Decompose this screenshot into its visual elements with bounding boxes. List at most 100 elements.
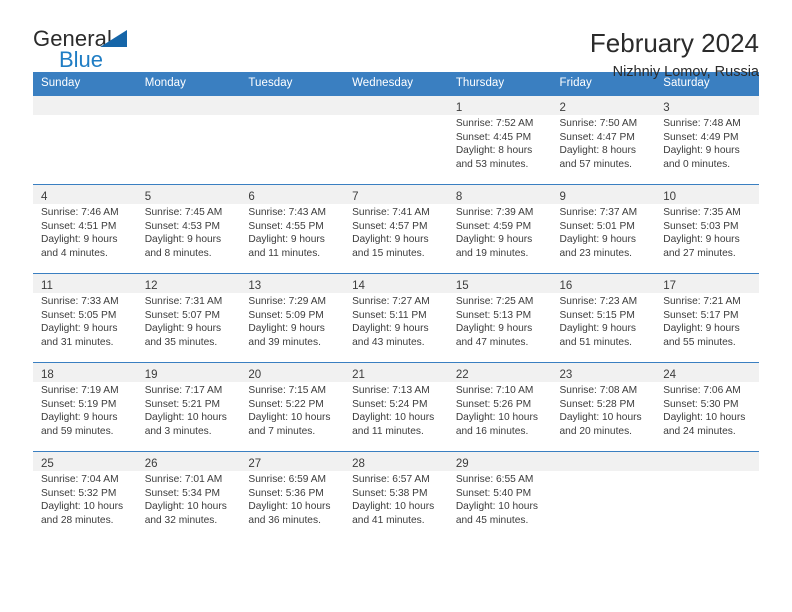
daylight-text-line1: Daylight: 9 hours bbox=[663, 145, 740, 157]
day-number: 6 bbox=[248, 191, 255, 203]
daylight-text-line2: and 47 minutes. bbox=[455, 336, 529, 348]
calendar-day-cell[interactable]: 3 Sunrise: 7:48 AM Sunset: 4:49 PM Daylight… bbox=[655, 95, 759, 185]
daylight-text-line2: and 57 minutes. bbox=[559, 158, 633, 170]
day-number-band: 14 bbox=[344, 274, 448, 293]
calendar-day-cell[interactable]: 19 Sunrise: 7:17 AM Sunset: 5:21 PM Dayligh… bbox=[136, 362, 241, 452]
sunset-text: Sunset: 5:01 PM bbox=[559, 220, 635, 232]
day-number-band: 12 bbox=[136, 274, 241, 293]
daylight-text-line1: Daylight: 10 hours bbox=[455, 501, 538, 513]
daylight-text-line2: and 11 minutes. bbox=[352, 425, 424, 437]
day-number-band bbox=[551, 452, 656, 471]
calendar-day-cell[interactable]: 4 Sunrise: 7:46 AM Sunset: 4:51 PM Daylight… bbox=[33, 184, 137, 274]
day-cell-inner: 1 Sunrise: 7:52 AM Sunset: 4:45 PM Daylight… bbox=[447, 96, 552, 184]
day-number-band: 5 bbox=[136, 185, 241, 204]
sunrise-text: Sunrise: 7:52 AM bbox=[455, 118, 534, 129]
daylight-text-line2: and 16 minutes. bbox=[455, 425, 529, 437]
day-number: 8 bbox=[455, 191, 463, 203]
day-number: 15 bbox=[455, 280, 469, 292]
calendar-day-cell[interactable]: 15 Sunrise: 7:25 AM Sunset: 5:13 PM Dayligh… bbox=[447, 273, 552, 363]
sunset-text: Sunset: 4:57 PM bbox=[352, 220, 428, 232]
sunrise-text: Sunrise: 7:23 AM bbox=[559, 296, 638, 307]
day-number: 18 bbox=[41, 369, 54, 381]
day-number: 19 bbox=[144, 369, 158, 381]
sunset-text: Sunset: 4:49 PM bbox=[663, 131, 739, 143]
day-cell-inner: 3 Sunrise: 7:48 AM Sunset: 4:49 PM Daylight… bbox=[655, 96, 759, 184]
calendar-day-cell[interactable]: 2 Sunrise: 7:50 AM Sunset: 4:47 PM Daylight… bbox=[551, 95, 656, 185]
day-number-band: 17 bbox=[655, 274, 759, 293]
sunrise-text: Sunrise: 7:46 AM bbox=[41, 207, 119, 218]
sunset-text: Sunset: 5:13 PM bbox=[455, 309, 532, 321]
calendar-day-cell[interactable]: 13 Sunrise: 7:29 AM Sunset: 5:09 PM Dayligh… bbox=[240, 273, 345, 363]
daylight-text-line1: Daylight: 9 hours bbox=[352, 323, 429, 335]
sunset-text: Sunset: 5:07 PM bbox=[144, 309, 221, 321]
calendar-day-cell[interactable]: 5 Sunrise: 7:45 AM Sunset: 4:53 PM Daylight… bbox=[136, 184, 241, 274]
calendar-day-cell[interactable]: 18 Sunrise: 7:19 AM Sunset: 5:19 PM Dayligh… bbox=[33, 362, 137, 452]
calendar-day-cell[interactable]: 25 Sunrise: 7:04 AM Sunset: 5:32 PM Dayligh… bbox=[33, 451, 137, 541]
calendar-day-cell[interactable]: 28 Sunrise: 6:57 AM Sunset: 5:38 PM Dayligh… bbox=[344, 451, 448, 541]
calendar-day-cell[interactable]: 6 Sunrise: 7:43 AM Sunset: 4:55 PM Daylight… bbox=[240, 184, 345, 274]
calendar-empty-cell bbox=[344, 95, 448, 185]
day-number: 24 bbox=[663, 369, 677, 381]
sunset-text: Sunset: 5:32 PM bbox=[41, 487, 117, 499]
sunrise-text: Sunrise: 7:21 AM bbox=[663, 296, 741, 307]
calendar-day-cell[interactable]: 7 Sunrise: 7:41 AM Sunset: 4:57 PM Daylight… bbox=[344, 184, 448, 274]
sunrise-text: Sunrise: 7:35 AM bbox=[663, 207, 741, 218]
calendar-day-cell[interactable]: 16 Sunrise: 7:23 AM Sunset: 5:15 PM Dayligh… bbox=[551, 273, 656, 363]
sunset-text: Sunset: 5:21 PM bbox=[144, 398, 221, 410]
calendar-page: General Blue February 2024 Nizhniy Lomov… bbox=[0, 0, 792, 612]
calendar-day-cell[interactable]: 20 Sunrise: 7:15 AM Sunset: 5:22 PM Dayligh… bbox=[240, 362, 345, 452]
calendar-day-cell[interactable]: 22 Sunrise: 7:10 AM Sunset: 5:26 PM Dayligh… bbox=[447, 362, 552, 452]
day-details: Sunrise: 7:27 AM Sunset: 5:11 PM Daylight:… bbox=[344, 293, 448, 349]
calendar-day-cell[interactable]: 17 Sunrise: 7:21 AM Sunset: 5:17 PM Dayligh… bbox=[655, 273, 759, 363]
day-cell-inner: 10 Sunrise: 7:35 AM Sunset: 5:03 PM Dayligh… bbox=[655, 185, 759, 273]
sunset-text: Sunset: 5:03 PM bbox=[663, 220, 739, 232]
calendar-day-cell[interactable]: 1 Sunrise: 7:52 AM Sunset: 4:45 PM Daylight… bbox=[447, 95, 552, 185]
calendar-day-cell[interactable]: 24 Sunrise: 7:06 AM Sunset: 5:30 PM Dayligh… bbox=[655, 362, 759, 452]
logo-text-blue: Blue bbox=[59, 47, 104, 72]
day-details: Sunrise: 7:15 AM Sunset: 5:22 PM Daylight:… bbox=[240, 382, 344, 438]
daylight-text-line1: Daylight: 9 hours bbox=[41, 323, 118, 335]
calendar-day-cell[interactable]: 14 Sunrise: 7:27 AM Sunset: 5:11 PM Dayligh… bbox=[344, 273, 448, 363]
calendar-empty-cell bbox=[551, 451, 656, 541]
calendar-day-cell[interactable]: 27 Sunrise: 6:59 AM Sunset: 5:36 PM Dayligh… bbox=[240, 451, 345, 541]
day-number-band: 4 bbox=[33, 185, 137, 204]
sunset-text: Sunset: 5:26 PM bbox=[455, 398, 532, 410]
daylight-text-line2: and 55 minutes. bbox=[663, 336, 736, 348]
calendar-week-row: 1 Sunrise: 7:52 AM Sunset: 4:45 PM Daylight… bbox=[33, 95, 759, 185]
day-cell-inner bbox=[344, 96, 448, 184]
day-number-band: 6 bbox=[240, 185, 345, 204]
calendar-day-cell[interactable]: 9 Sunrise: 7:37 AM Sunset: 5:01 PM Daylight… bbox=[551, 184, 656, 274]
day-number-band: 10 bbox=[655, 185, 759, 204]
day-cell-inner: 23 Sunrise: 7:08 AM Sunset: 5:28 PM Dayligh… bbox=[551, 363, 656, 451]
calendar-day-cell[interactable]: 8 Sunrise: 7:39 AM Sunset: 4:59 PM Daylight… bbox=[447, 184, 552, 274]
day-number-band: 15 bbox=[447, 274, 552, 293]
sunset-text: Sunset: 4:51 PM bbox=[41, 220, 117, 232]
day-cell-inner: 28 Sunrise: 6:57 AM Sunset: 5:38 PM Dayligh… bbox=[344, 452, 448, 541]
calendar-day-cell[interactable]: 11 Sunrise: 7:33 AM Sunset: 5:05 PM Dayligh… bbox=[33, 273, 137, 363]
day-cell-inner: 15 Sunrise: 7:25 AM Sunset: 5:13 PM Dayligh… bbox=[447, 274, 552, 362]
sunrise-text: Sunrise: 6:57 AM bbox=[352, 474, 430, 485]
sunset-text: Sunset: 5:05 PM bbox=[41, 309, 117, 321]
calendar-day-cell[interactable]: 10 Sunrise: 7:35 AM Sunset: 5:03 PM Dayligh… bbox=[655, 184, 759, 274]
day-details: Sunrise: 7:45 AM Sunset: 4:53 PM Daylight:… bbox=[137, 204, 241, 260]
day-cell-inner: 2 Sunrise: 7:50 AM Sunset: 4:47 PM Daylight… bbox=[551, 96, 656, 184]
day-number-band: 28 bbox=[344, 452, 448, 471]
day-details: Sunrise: 7:01 AM Sunset: 5:34 PM Daylight:… bbox=[137, 471, 241, 527]
day-number: 3 bbox=[663, 102, 670, 114]
sunset-text: Sunset: 5:34 PM bbox=[144, 487, 221, 499]
day-details: Sunrise: 7:33 AM Sunset: 5:05 PM Daylight:… bbox=[33, 293, 137, 349]
daylight-text-line2: and 20 minutes. bbox=[559, 425, 633, 437]
calendar-day-cell[interactable]: 26 Sunrise: 7:01 AM Sunset: 5:34 PM Dayligh… bbox=[136, 451, 241, 541]
calendar-day-cell[interactable]: 12 Sunrise: 7:31 AM Sunset: 5:07 PM Dayligh… bbox=[136, 273, 241, 363]
day-number-band: 18 bbox=[33, 363, 137, 382]
calendar-day-cell[interactable]: 23 Sunrise: 7:08 AM Sunset: 5:28 PM Dayligh… bbox=[551, 362, 656, 452]
daylight-text-line2: and 31 minutes. bbox=[41, 336, 114, 348]
page-title: February 2024 bbox=[589, 28, 759, 58]
calendar-day-cell[interactable]: 29 Sunrise: 6:55 AM Sunset: 5:40 PM Dayligh… bbox=[447, 451, 552, 541]
general-blue-logo[interactable]: General Blue bbox=[33, 26, 141, 72]
day-details: Sunrise: 7:04 AM Sunset: 5:32 PM Daylight:… bbox=[33, 471, 137, 527]
day-details: Sunrise: 7:50 AM Sunset: 4:47 PM Daylight:… bbox=[552, 115, 656, 171]
calendar-day-cell[interactable]: 21 Sunrise: 7:13 AM Sunset: 5:24 PM Dayligh… bbox=[344, 362, 448, 452]
sunrise-text: Sunrise: 7:08 AM bbox=[559, 385, 638, 396]
day-details: Sunrise: 7:41 AM Sunset: 4:57 PM Daylight:… bbox=[344, 204, 448, 260]
